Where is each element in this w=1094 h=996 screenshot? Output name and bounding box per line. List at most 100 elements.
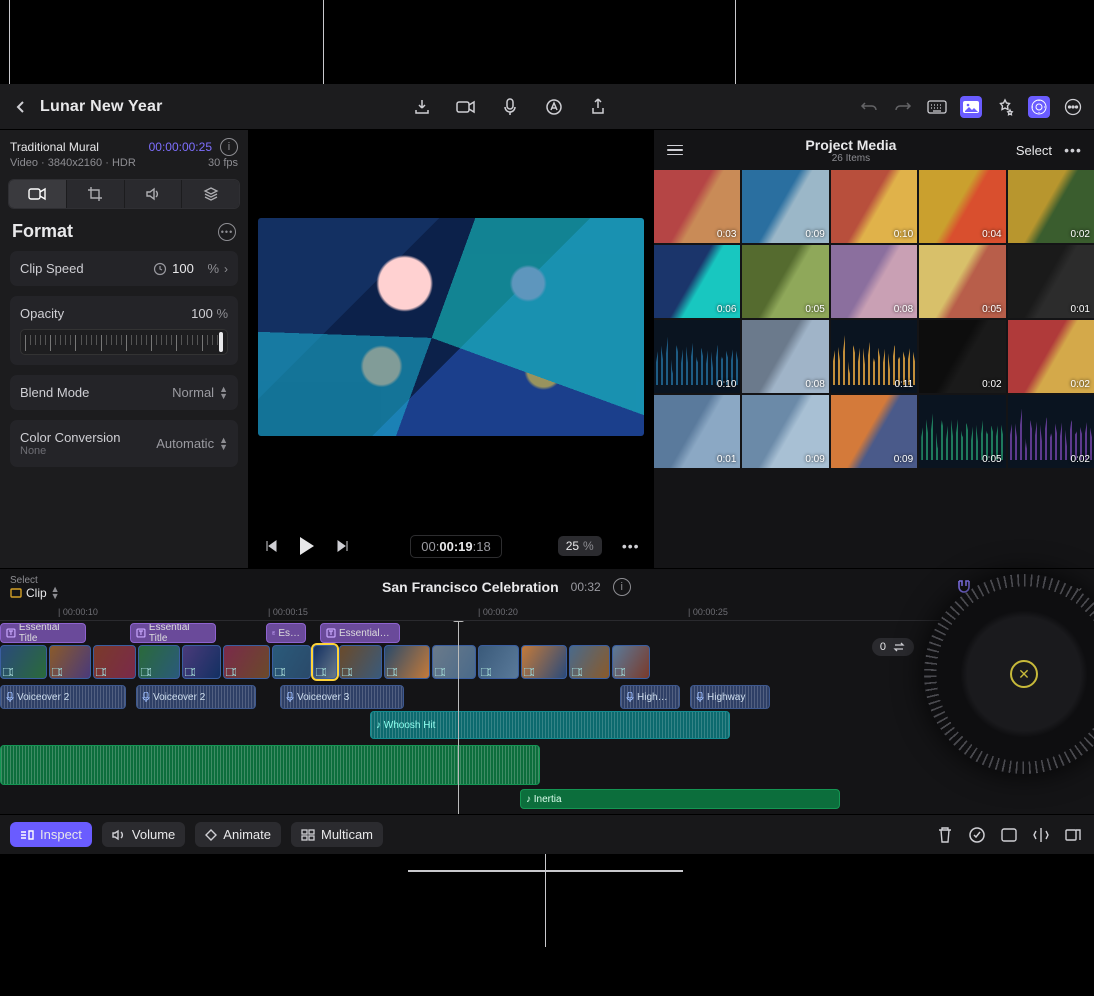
browser-list-icon[interactable] — [664, 139, 686, 161]
video-clip[interactable] — [569, 645, 610, 679]
timeline-title: San Francisco Celebration — [382, 579, 559, 595]
nudge-toggle[interactable]: 0 — [872, 638, 914, 656]
tab-audio[interactable] — [125, 180, 183, 208]
media-thumbnail[interactable]: 0:02 — [1008, 395, 1094, 468]
info-icon[interactable]: i — [613, 578, 631, 596]
opacity-slider[interactable] — [20, 329, 228, 355]
media-thumbnail[interactable]: 0:06 — [654, 245, 740, 318]
tab-video[interactable] — [9, 180, 67, 208]
video-clip[interactable] — [138, 645, 180, 679]
voiceover-clip[interactable]: High… — [620, 685, 680, 709]
bottom-toolbar: Inspect Volume Animate Multicam — [0, 814, 1094, 854]
prev-frame-button[interactable] — [260, 535, 282, 557]
voiceover-clip[interactable]: Voiceover 3 — [280, 685, 404, 709]
media-thumbnail[interactable]: 0:02 — [919, 320, 1005, 393]
jog-icon[interactable] — [1028, 96, 1050, 118]
video-clip[interactable] — [272, 645, 311, 679]
media-thumbnail[interactable]: 0:03 — [654, 170, 740, 243]
chevron-right-icon: › — [224, 262, 228, 276]
clip-speed-row[interactable]: Clip Speed 100 % › — [10, 251, 238, 286]
viewer-more-icon[interactable]: ••• — [620, 535, 642, 557]
title-clip[interactable]: Essential Title — [130, 623, 216, 643]
media-thumbnail[interactable]: 0:09 — [742, 170, 828, 243]
play-button[interactable] — [300, 537, 314, 555]
redo-icon[interactable] — [892, 96, 914, 118]
media-thumbnail[interactable]: 0:02 — [1008, 170, 1094, 243]
video-clip[interactable] — [313, 645, 337, 679]
media-thumbnail[interactable]: 0:08 — [831, 245, 917, 318]
tab-layers[interactable] — [182, 180, 239, 208]
media-browser: Project Media 26 Items Select ••• 0:030:… — [654, 130, 1094, 568]
video-clip[interactable] — [612, 645, 650, 679]
split-icon[interactable] — [1030, 824, 1052, 846]
viewer-canvas[interactable] — [258, 218, 644, 436]
media-thumbnail[interactable]: 0:10 — [831, 170, 917, 243]
sfx-clip[interactable]: ♪ Whoosh Hit — [370, 711, 730, 739]
video-clip[interactable] — [339, 645, 382, 679]
voiceover-clip[interactable]: Voiceover 2 — [0, 685, 126, 709]
video-clip[interactable] — [223, 645, 270, 679]
media-thumbnail[interactable]: 0:05 — [742, 245, 828, 318]
color-conversion-row[interactable]: Color Conversion None Automatic ▲▼ — [10, 420, 238, 467]
tab-crop[interactable] — [67, 180, 125, 208]
zoom-control[interactable]: 25 % — [558, 536, 602, 556]
video-clip[interactable] — [521, 645, 567, 679]
video-clip[interactable] — [93, 645, 136, 679]
import-icon[interactable] — [411, 96, 433, 118]
video-clip[interactable] — [478, 645, 519, 679]
media-thumbnail[interactable]: 0:04 — [919, 170, 1005, 243]
enable-icon[interactable] — [966, 824, 988, 846]
media-thumbnail[interactable]: 0:01 — [1008, 245, 1094, 318]
media-thumbnail[interactable]: 0:01 — [654, 395, 740, 468]
voiceover-clip[interactable]: Voiceover 2 — [136, 685, 256, 709]
more-icon[interactable] — [1062, 96, 1084, 118]
browser-select-button[interactable]: Select — [1016, 143, 1052, 158]
format-more-icon[interactable]: ••• — [218, 223, 236, 241]
playhead[interactable] — [458, 621, 459, 814]
video-clip[interactable] — [0, 645, 47, 679]
effects-icon[interactable] — [994, 96, 1016, 118]
back-button[interactable] — [10, 96, 32, 118]
close-icon[interactable]: ✕ — [1010, 660, 1038, 688]
media-thumbnail[interactable]: 0:08 — [742, 320, 828, 393]
volume-button[interactable]: Volume — [102, 822, 185, 847]
media-thumbnail[interactable]: 0:11 — [831, 320, 917, 393]
voiceover-icon[interactable] — [499, 96, 521, 118]
voiceover-clip[interactable]: Highway — [690, 685, 770, 709]
media-icon[interactable] — [960, 96, 982, 118]
share-icon[interactable] — [587, 96, 609, 118]
music-clip[interactable] — [0, 745, 540, 785]
timecode-display[interactable]: 00:00:19:18 — [410, 535, 501, 558]
timeline-scope-button[interactable]: Clip ▲▼ — [10, 586, 60, 600]
timeline-panel: Select Clip ▲▼ San Francisco Celebration… — [0, 568, 1094, 854]
video-clip[interactable] — [49, 645, 91, 679]
undo-icon[interactable] — [858, 96, 880, 118]
media-thumbnail[interactable]: 0:09 — [742, 395, 828, 468]
title-clip[interactable]: Essential Title — [0, 623, 86, 643]
expand-icon[interactable] — [998, 824, 1020, 846]
blend-mode-row[interactable]: Blend Mode Normal ▲▼ — [10, 375, 238, 410]
keyboard-icon[interactable] — [926, 96, 948, 118]
media-thumbnail[interactable]: 0:05 — [919, 395, 1005, 468]
video-clip[interactable] — [432, 645, 476, 679]
text-icon[interactable] — [543, 96, 565, 118]
title-clip[interactable]: Essential… — [320, 623, 400, 643]
multicam-button[interactable]: Multicam — [291, 822, 383, 847]
media-thumbnail[interactable]: 0:10 — [654, 320, 740, 393]
inspect-button[interactable]: Inspect — [10, 822, 92, 847]
trash-icon[interactable] — [934, 824, 956, 846]
media-thumbnail[interactable]: 0:09 — [831, 395, 917, 468]
trim-icon[interactable] — [1062, 824, 1084, 846]
next-frame-button[interactable] — [332, 535, 354, 557]
info-icon[interactable]: i — [220, 138, 238, 156]
music-clip[interactable]: ♪ Inertia — [520, 789, 840, 809]
timeline-ruler[interactable]: | 00:00:10| 00:00:15| 00:00:20| 00:00:25 — [0, 605, 1094, 621]
camera-icon[interactable] — [455, 96, 477, 118]
media-thumbnail[interactable]: 0:05 — [919, 245, 1005, 318]
title-clip[interactable]: Es… — [266, 623, 306, 643]
video-clip[interactable] — [182, 645, 221, 679]
media-thumbnail[interactable]: 0:02 — [1008, 320, 1094, 393]
browser-more-icon[interactable]: ••• — [1062, 139, 1084, 161]
video-clip[interactable] — [384, 645, 430, 679]
animate-button[interactable]: Animate — [195, 822, 281, 847]
